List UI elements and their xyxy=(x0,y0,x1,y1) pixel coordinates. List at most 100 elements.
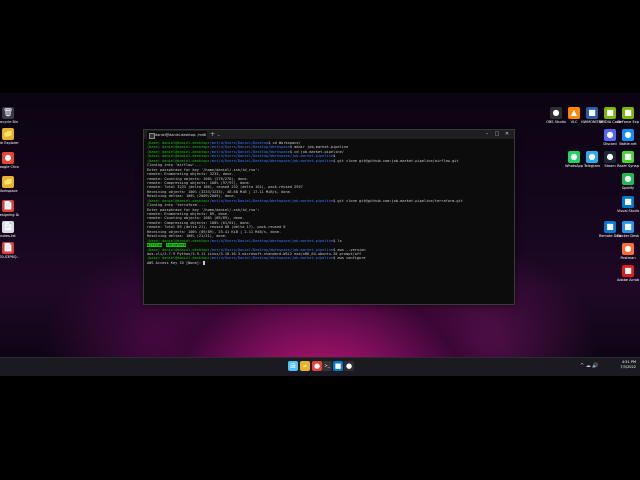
prompt-user: (base) daniel@daniel-desktop xyxy=(147,149,208,154)
taskbar: ⊞ 📁 ● >_ ■ ● ^ ☁ 🔊 4:51 PM 7/3/2022 xyxy=(0,357,640,376)
prompt-user: (base) daniel@daniel-desktop xyxy=(147,141,208,145)
terminal-line: AWS Access Key ID [None]: xyxy=(147,260,511,265)
terminal-titlebar[interactable]: daniel@daniel-desktop: /mnt ✕ + ⌄ – □ ✕ xyxy=(144,130,514,139)
desktop-shortcut-label: Battle.net xyxy=(619,142,637,146)
spotify-icon: ● xyxy=(622,173,634,185)
terminal-window[interactable]: daniel@daniel-desktop: /mnt ✕ + ⌄ – □ ✕ … xyxy=(143,129,515,305)
desktop-shortcut-label: notes.txt xyxy=(0,234,16,238)
prompt-path: /mnt/d/Users/Daniel/Desktop/Workspace/jo… xyxy=(209,256,334,261)
text-cursor xyxy=(203,260,206,265)
terminal-tab[interactable]: daniel@daniel-desktop: /mnt ✕ xyxy=(147,131,207,139)
desktop-shortcut[interactable]: ●Google Chrome xyxy=(0,152,19,169)
hwmonitor-icon: ■ xyxy=(586,107,598,119)
desktop-shortcut[interactable]: ● Postman xyxy=(617,243,639,260)
desktop-shortcut[interactable]: 📄 notes.txt xyxy=(0,221,19,238)
command-text: $ xyxy=(333,154,336,159)
desktop-shortcut[interactable]: 📁 Workspace xyxy=(0,176,19,193)
output-text: Enter passphrase for key '/home/daniel/.… xyxy=(147,207,260,212)
whatsapp-icon: ● xyxy=(568,151,580,163)
tab-close-icon[interactable]: ✕ xyxy=(203,131,206,139)
output-text: Cloning into 'terraform'... xyxy=(147,203,206,208)
text-file-icon: 📄 xyxy=(2,221,14,233)
start-icon[interactable]: ⊞ xyxy=(288,361,298,371)
prompt-path: /mnt/d/Users/Daniel/Desktop/Workspace/jo… xyxy=(209,158,334,163)
taskbar-terminal-icon[interactable]: >_ xyxy=(322,361,332,371)
desktop-shortcut[interactable]: 📄500-S3P6Q... xyxy=(0,242,19,259)
desktop-shortcut[interactable]: ■GeForce Experience xyxy=(617,107,639,124)
output-text: Resolving deltas: 100% (2009/2009), done… xyxy=(147,194,236,199)
taskbar-obs-icon[interactable]: ● xyxy=(344,361,354,371)
recycle-bin-icon: 🗑 xyxy=(2,107,14,119)
maximize-button[interactable]: □ xyxy=(492,130,502,139)
desktop-shortcut-label: Designing Data Intens... xyxy=(0,213,19,217)
desktop-shortcut[interactable]: ■Razer Synapse xyxy=(617,151,639,168)
desktop-shortcut-label: Visual Studio Code xyxy=(617,209,639,213)
desktop-shortcut-label: Docker Desktop xyxy=(617,234,639,238)
chevron-down-icon[interactable]: ⌄ xyxy=(217,130,220,139)
taskbar-explorer-icon[interactable]: 📁 xyxy=(300,361,310,371)
desktop-shortcut[interactable]: 🗑Recycle Bin xyxy=(0,107,19,124)
prompt-path: /mnt/d/Users/Daniel/Desktop/Workspace xyxy=(209,145,290,150)
prompt-user: (base) daniel@daniel-desktop xyxy=(147,198,208,203)
desktop-shortcut[interactable]: 📄Designing Data Intens... xyxy=(0,200,19,217)
command-text: $ mkdir job-market-pipeline xyxy=(289,145,349,150)
terminal-tab-title: daniel@daniel-desktop: /mnt xyxy=(155,133,206,137)
prompt-user: (base) daniel@daniel-desktop xyxy=(147,238,208,243)
vscode-icon: ■ xyxy=(622,196,634,208)
desktop-shortcut[interactable]: ● Battle.net xyxy=(617,129,639,146)
output-text: AWS Access Key ID [None]: xyxy=(147,260,202,265)
chrome-icon: ● xyxy=(2,152,14,164)
desktop-shortcut[interactable]: ■Visual Studio Code xyxy=(617,196,639,213)
desktop-shortcut[interactable]: ■Adobe Acrobat DC xyxy=(617,265,639,282)
desktop-shortcut-label: 500-S3P6Q... xyxy=(0,255,19,259)
command-text: $ aws --version xyxy=(333,247,366,252)
taskbar-chrome-icon[interactable]: ● xyxy=(312,361,322,371)
output-text: remote: Enumerating objects: 89, done. xyxy=(147,212,230,216)
desktop-shortcut[interactable]: ● Spotify xyxy=(617,173,639,190)
system-tray[interactable]: ^ ☁ 🔊 xyxy=(580,363,599,369)
battlenet-icon: ● xyxy=(622,129,634,141)
desktop-shortcut[interactable]: ■Docker Desktop xyxy=(617,221,639,238)
ls-directory-entry: airflow xyxy=(147,243,163,248)
command-text: $ git clone git@github.com:job-market-pi… xyxy=(333,158,459,163)
command-text: $ aws configure xyxy=(333,256,366,261)
taskbar-clock[interactable]: 4:51 PM 7/3/2022 xyxy=(612,360,636,370)
prompt-user: (base) daniel@daniel-desktop xyxy=(147,154,208,159)
telegram-icon: ● xyxy=(586,151,598,163)
acrobat-icon: ■ xyxy=(622,265,634,277)
discord-icon: ● xyxy=(604,129,616,141)
prompt-user: (base) daniel@daniel-desktop xyxy=(147,256,208,261)
prompt-user: (base) daniel@daniel-desktop xyxy=(147,158,208,163)
close-button[interactable]: ✕ xyxy=(502,130,512,139)
taskbar-vscode-icon[interactable]: ■ xyxy=(333,361,343,371)
command-text: $ cd job-market-pipeline/ xyxy=(289,149,344,154)
desktop: 🗑Recycle Bin📁File Explorer●Google Chrome… xyxy=(0,93,640,375)
terminal-output[interactable]: (base) daniel@daniel-desktop:/mnt/d/User… xyxy=(144,139,514,267)
desktop-shortcut-label: Google Chrome xyxy=(0,165,19,169)
steam-icon: ● xyxy=(604,151,616,163)
prompt-path: /mnt/d/Users/Daniel/Desktop/Workspace/jo… xyxy=(209,247,334,252)
prompt-path: /mnt/d/Users/Daniel/Desktop/Workspace xyxy=(209,149,290,154)
output-text: remote: Total 89 (delta 21), reused 68 (… xyxy=(147,225,286,230)
ls-directory-entry: terraform xyxy=(166,243,186,248)
file-explorer-icon: 📁 xyxy=(2,128,14,140)
prompt-path: /mnt/d/Users/Daniel/Desktop/Workspace/jo… xyxy=(209,238,334,243)
desktop-shortcut[interactable]: 📁File Explorer xyxy=(0,128,19,145)
workspace-folder-icon: 📁 xyxy=(2,176,14,188)
geforce-icon: ■ xyxy=(622,107,634,119)
docker-icon: ■ xyxy=(622,221,634,233)
desktop-shortcut-label: Recycle Bin xyxy=(0,120,19,124)
command-text: $ cd Workspace/ xyxy=(268,141,301,145)
minimize-button[interactable]: – xyxy=(482,130,492,139)
output-text: aws-cli/2.7.9 Python/3.9.11 Linux/5.10.1… xyxy=(147,251,362,256)
obs-icon: ● xyxy=(550,107,562,119)
desktop-shortcut-label: Spotify xyxy=(621,186,635,190)
clock-date: 7/3/2022 xyxy=(620,365,636,369)
razer-icon: ■ xyxy=(622,151,634,163)
new-tab-button[interactable]: + xyxy=(210,130,215,139)
pdf-file-icon-2: 📄 xyxy=(2,242,14,254)
desktop-shortcut-label: Adobe Acrobat DC xyxy=(617,278,639,282)
desktop-shortcut-label: GeForce Experience xyxy=(617,120,639,124)
output-text: Enter passphrase for key '/home/daniel/.… xyxy=(147,167,260,172)
remote-desktop-icon: ■ xyxy=(604,221,616,233)
